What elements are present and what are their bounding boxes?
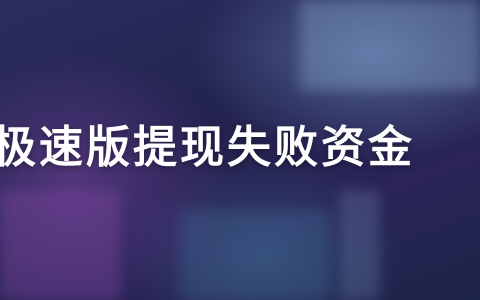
headline-text: 极速版提现失败资金 xyxy=(0,122,415,173)
background-glow xyxy=(180,210,330,300)
background-glow xyxy=(0,190,120,300)
banner-image: 极速版提现失败资金 xyxy=(0,0,480,300)
background-glow xyxy=(300,0,480,90)
background-glow xyxy=(340,190,380,300)
